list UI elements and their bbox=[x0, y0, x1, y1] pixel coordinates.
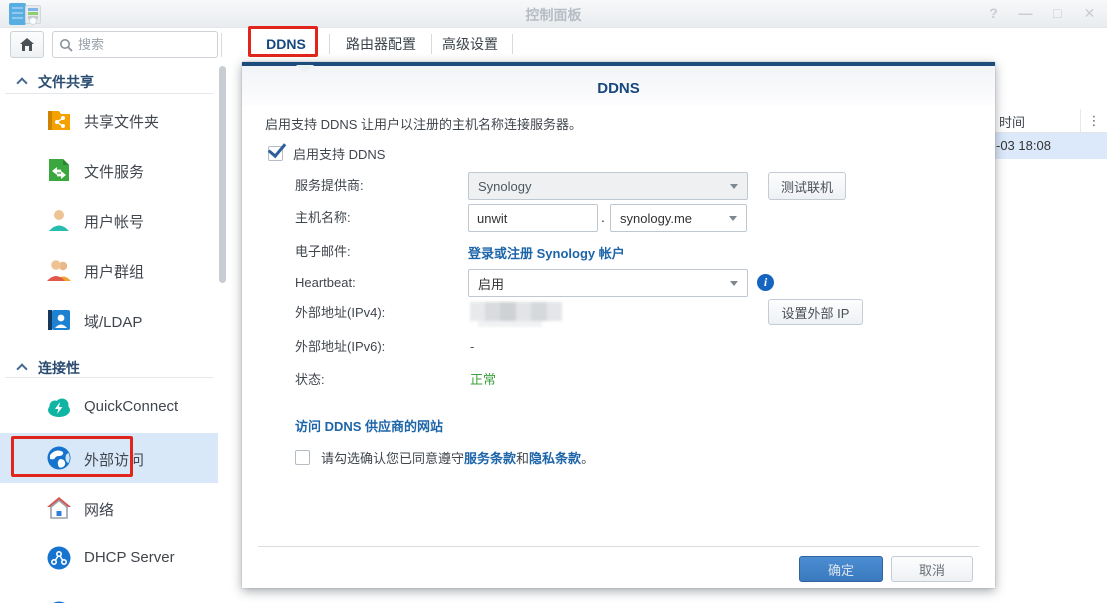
tab-separator bbox=[329, 34, 330, 54]
privacy-terms-link[interactable]: 隐私条款 bbox=[529, 451, 581, 466]
network-home-icon bbox=[46, 495, 72, 521]
dhcp-server-icon bbox=[46, 545, 72, 571]
table-menu-icon[interactable]: ⋮ bbox=[1080, 109, 1107, 132]
sidebar: 文件共享 共享文件夹 bbox=[0, 62, 218, 603]
control-panel-window: 控制面板 ? — □ ✕ DDNS 路由器配置 高级设置 文件共享 bbox=[0, 0, 1107, 603]
set-external-ip-button[interactable]: 设置外部 IP bbox=[768, 299, 863, 325]
test-connection-button[interactable]: 测试联机 bbox=[768, 172, 846, 200]
chevron-up-icon bbox=[16, 77, 27, 88]
help-icon[interactable]: ? bbox=[984, 4, 1003, 23]
tab-ddns[interactable]: DDNS bbox=[250, 29, 322, 59]
dialog-description: 启用支持 DDNS 让用户以注册的主机名称连接服务器。 bbox=[265, 114, 582, 133]
maximize-icon[interactable]: □ bbox=[1048, 4, 1067, 23]
sidebar-section-connectivity[interactable]: 连接性 bbox=[0, 356, 218, 382]
search-box[interactable] bbox=[52, 31, 218, 58]
sidebar-item-shared-folder[interactable]: 共享文件夹 bbox=[0, 95, 218, 145]
hostname-dot: . bbox=[601, 209, 605, 225]
shared-folder-icon bbox=[46, 107, 72, 133]
sidebar-item-file-services[interactable]: 文件服务 bbox=[0, 145, 218, 195]
file-services-icon bbox=[46, 157, 72, 183]
titlebar: 控制面板 ? — □ ✕ bbox=[0, 0, 1107, 28]
heartbeat-label: Heartbeat: bbox=[295, 269, 356, 297]
sidebar-item-domain-ldap[interactable]: 域/LDAP bbox=[0, 295, 218, 345]
chevron-up-icon bbox=[16, 363, 27, 374]
home-button[interactable] bbox=[10, 31, 44, 58]
email-label: 电子邮件: bbox=[295, 238, 351, 266]
redacted-ipv4-value bbox=[470, 302, 562, 321]
user-group-icon bbox=[46, 257, 72, 283]
close-icon[interactable]: ✕ bbox=[1080, 4, 1099, 23]
sidebar-scrollbar-thumb[interactable] bbox=[219, 66, 226, 283]
sidebar-item-user-group[interactable]: 用户群组 bbox=[0, 245, 218, 295]
provider-select[interactable]: Synology bbox=[468, 172, 748, 200]
background-table-row[interactable]: -03 18:08 bbox=[994, 133, 1107, 159]
quickconnect-icon bbox=[46, 394, 72, 420]
dialog-header: DDNS bbox=[242, 66, 995, 106]
ddns-provider-website-link[interactable]: 访问 DDNS 供应商的网站 bbox=[295, 416, 443, 435]
agree-terms-text: 请勾选确认您已同意遵守服务条款和隐私条款。 bbox=[321, 448, 594, 467]
sidebar-divider bbox=[5, 93, 213, 94]
hostname-input-box bbox=[468, 204, 598, 232]
header-divider bbox=[221, 33, 222, 57]
sidebar-item-external-access[interactable]: 外部访问 bbox=[0, 433, 218, 483]
dialog-footer-divider bbox=[258, 546, 979, 547]
chevron-down-icon bbox=[729, 216, 737, 221]
home-icon bbox=[19, 37, 35, 52]
terms-of-service-link[interactable]: 服务条款 bbox=[464, 451, 516, 466]
ipv4-label: 外部地址(IPv4): bbox=[295, 299, 385, 327]
active-tab-pointer bbox=[296, 65, 314, 73]
sidebar-item-dhcp-server[interactable]: DHCP Server bbox=[0, 533, 218, 583]
cancel-button[interactable]: 取消 bbox=[891, 556, 973, 582]
enable-ddns-checkbox[interactable] bbox=[268, 146, 283, 161]
minimize-icon[interactable]: — bbox=[1016, 4, 1035, 23]
tab-separator bbox=[431, 34, 432, 54]
synology-account-link[interactable]: 登录或注册 Synology 帐户 bbox=[468, 243, 625, 262]
user-icon bbox=[46, 207, 72, 233]
row-time-value: -03 18:08 bbox=[996, 138, 1051, 153]
window-title: 控制面板 bbox=[0, 5, 1107, 25]
agree-terms-checkbox[interactable] bbox=[295, 450, 310, 465]
info-icon[interactable]: i bbox=[757, 274, 774, 291]
tab-advanced-settings[interactable]: 高级设置 bbox=[436, 29, 504, 59]
sidebar-item-network[interactable]: 网络 bbox=[0, 483, 218, 533]
tab-separator bbox=[512, 34, 513, 54]
external-access-globe-icon bbox=[46, 445, 72, 471]
dialog-title: DDNS bbox=[597, 80, 640, 97]
ok-button[interactable]: 确定 bbox=[799, 556, 883, 582]
chevron-down-icon bbox=[730, 184, 738, 189]
ddns-dialog: DDNS 启用支持 DDNS 让用户以注册的主机名称连接服务器。 启用支持 DD… bbox=[242, 62, 995, 588]
sidebar-divider bbox=[5, 377, 213, 378]
search-input[interactable] bbox=[78, 37, 198, 52]
provider-label: 服务提供商: bbox=[295, 172, 364, 200]
domain-select[interactable]: synology.me bbox=[610, 204, 747, 232]
ipv6-label: 外部地址(IPv6): bbox=[295, 333, 385, 361]
enable-ddns-label: 启用支持 DDNS bbox=[293, 144, 385, 163]
chevron-down-icon bbox=[730, 281, 738, 286]
sidebar-item-quickconnect[interactable]: QuickConnect bbox=[0, 382, 218, 432]
ipv6-value: - bbox=[470, 333, 474, 361]
hostname-label: 主机名称: bbox=[295, 204, 351, 232]
heartbeat-select[interactable]: 启用 bbox=[468, 269, 748, 297]
time-column-header: 时间 bbox=[999, 112, 1025, 131]
tab-router-configuration[interactable]: 路由器配置 bbox=[334, 29, 428, 59]
hostname-input[interactable] bbox=[469, 205, 597, 231]
sidebar-item-wireless[interactable]: 无线 bbox=[0, 588, 218, 603]
status-label: 状态: bbox=[295, 366, 325, 394]
sidebar-item-user-account[interactable]: 用户帐号 bbox=[0, 195, 218, 245]
domain-ldap-icon bbox=[46, 307, 72, 333]
status-value: 正常 bbox=[470, 366, 496, 394]
search-icon bbox=[59, 38, 73, 52]
